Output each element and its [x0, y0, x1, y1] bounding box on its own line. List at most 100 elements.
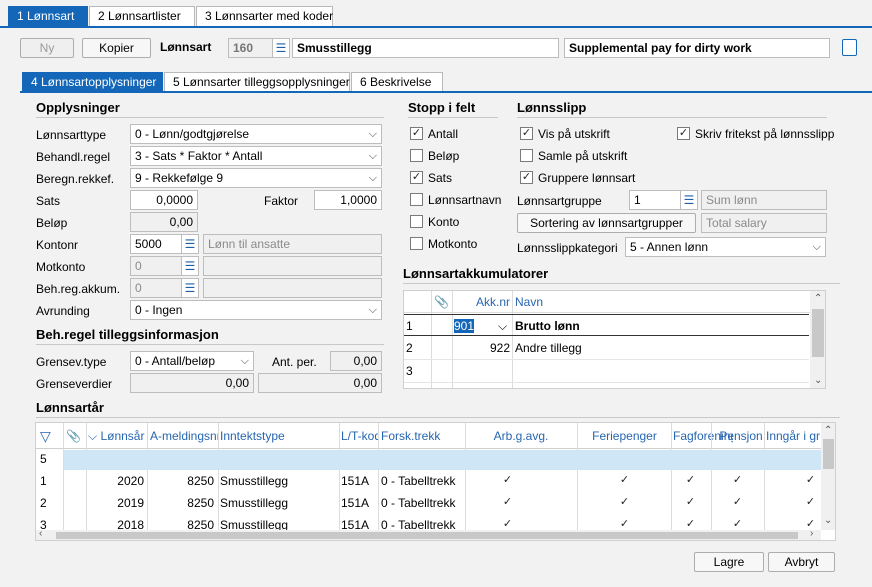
- col-inngar-i-grunnlag[interactable]: Inngår i gr: [766, 425, 821, 447]
- chevron-down-icon[interactable]: ⌄: [814, 375, 822, 386]
- list-lookup-icon[interactable]: ☰: [181, 234, 199, 254]
- new-button[interactable]: Ny: [20, 38, 74, 58]
- feriepenger-checkbox[interactable]: ✓: [618, 519, 631, 530]
- cell-lt-kode[interactable]: 151A: [341, 470, 377, 492]
- col-lt-kode[interactable]: L/T-kod: [341, 425, 379, 447]
- cell-forsk-trekk[interactable]: 0 - Tabelltrekk: [381, 514, 463, 530]
- fagforening-checkbox[interactable]: ✓: [684, 497, 697, 510]
- col-feriepenger[interactable]: Feriepenger: [579, 425, 670, 447]
- stopp-konto-checkbox[interactable]: [410, 215, 423, 228]
- tab-tilleggsopplysninger[interactable]: 5 Lønnsarter tilleggsopplysninger: [164, 72, 350, 92]
- sats-input[interactable]: 0,0000: [130, 190, 198, 210]
- new-row[interactable]: [64, 450, 821, 470]
- filter-icon[interactable]: ▽: [40, 425, 56, 447]
- note-icon[interactable]: [842, 39, 857, 56]
- inngar-i-grunnlag-checkbox[interactable]: ✓: [804, 497, 817, 510]
- pensjon-checkbox[interactable]: ✓: [731, 475, 744, 488]
- cell-lt-kode[interactable]: 151A: [341, 514, 377, 530]
- behreg-input[interactable]: 0: [130, 278, 182, 298]
- arb-g-avg-checkbox[interactable]: ✓: [501, 475, 514, 488]
- cell-a-meldingsnr[interactable]: 8250: [150, 470, 214, 492]
- pensjon-checkbox[interactable]: ✓: [731, 497, 744, 510]
- chevron-down-icon[interactable]: ⌵: [498, 315, 510, 337]
- grenseverdi-1-input[interactable]: 0,00: [130, 373, 254, 393]
- akknr-select-input[interactable]: 901: [454, 319, 474, 333]
- stopp-motkonto-checkbox[interactable]: [410, 237, 423, 250]
- grenseverdi-2-input[interactable]: 0,00: [258, 373, 382, 393]
- lonnsartgruppe-input[interactable]: 1: [629, 190, 681, 210]
- behandl-select[interactable]: 3 - Sats * Faktor * Antall ⌵: [130, 146, 382, 166]
- fagforening-checkbox[interactable]: ✓: [684, 475, 697, 488]
- inngar-i-grunnlag-checkbox[interactable]: ✓: [804, 475, 817, 488]
- scrollbar-thumb[interactable]: [812, 309, 824, 357]
- fagforening-checkbox[interactable]: ✓: [684, 519, 697, 530]
- tab-beskrivelse[interactable]: 6 Beskrivelse: [351, 72, 443, 92]
- copy-button[interactable]: Kopier: [82, 38, 151, 58]
- cell-inntektstype[interactable]: Smusstillegg: [220, 470, 336, 492]
- cell-forsk-trekk[interactable]: 0 - Tabelltrekk: [381, 470, 463, 492]
- cell-year[interactable]: 2020: [88, 470, 144, 492]
- cell-a-meldingsnr[interactable]: 8250: [150, 492, 214, 514]
- arb-g-avg-checkbox[interactable]: ✓: [501, 519, 514, 530]
- antper-input[interactable]: 0,00: [330, 351, 382, 371]
- skriv-fritekst-checkbox[interactable]: ✓: [677, 127, 690, 140]
- cancel-button[interactable]: Avbryt: [768, 552, 835, 572]
- col-navn[interactable]: Navn: [515, 291, 715, 313]
- list-lookup-icon[interactable]: ☰: [272, 38, 290, 58]
- chevron-down-icon[interactable]: ⌄: [824, 515, 832, 526]
- cell-inntektstype[interactable]: Smusstillegg: [220, 514, 336, 530]
- feriepenger-checkbox[interactable]: ✓: [618, 475, 631, 488]
- gruppere-lonnsart-checkbox[interactable]: ✓: [520, 171, 533, 184]
- cell-inntektstype[interactable]: Smusstillegg: [220, 492, 336, 514]
- akkum-grid[interactable]: 📎 Akk.nr Navn 1 901 ⌵ Brutto lønn 2 922 …: [403, 290, 826, 389]
- chevron-right-icon[interactable]: ›: [810, 528, 813, 539]
- scrollbar-thumb[interactable]: [823, 439, 834, 469]
- motkonto-input[interactable]: 0: [130, 256, 182, 276]
- col-pensjon[interactable]: Pensjon: [716, 425, 766, 447]
- cell-a-meldingsnr[interactable]: 8250: [150, 514, 214, 530]
- pensjon-checkbox[interactable]: ✓: [731, 519, 744, 530]
- save-button[interactable]: Lagre: [694, 552, 764, 572]
- tab-lonnsart[interactable]: 1 Lønnsart: [8, 6, 88, 26]
- list-lookup-icon[interactable]: ☰: [181, 256, 199, 276]
- col-akknr[interactable]: Akk.nr: [454, 291, 510, 313]
- lonnsartar-grid[interactable]: ▽ 📎 ⌵ Lønnsår A-meldingsnr Inntektstype …: [35, 422, 836, 541]
- stopp-sats-checkbox[interactable]: ✓: [410, 171, 423, 184]
- grensev-select[interactable]: 0 - Antall/beløp ⌵: [130, 351, 254, 371]
- col-a-meldingsnr[interactable]: A-meldingsnr: [150, 425, 218, 447]
- faktor-input[interactable]: 1,0000: [314, 190, 382, 210]
- lonnsarttype-select[interactable]: 0 - Lønn/godtgjørelse ⌵: [130, 124, 382, 144]
- wagetype-name-input[interactable]: Smusstillegg: [292, 38, 559, 58]
- stopp-antall-checkbox[interactable]: ✓: [410, 127, 423, 140]
- tab-lonnsarter-med-koder[interactable]: 3 Lønnsarter med koder: [196, 6, 333, 26]
- chevron-up-icon[interactable]: ⌃: [814, 293, 822, 304]
- cell-year[interactable]: 2018: [88, 514, 144, 530]
- vis-pa-utskrift-checkbox[interactable]: ✓: [520, 127, 533, 140]
- col-forsk-trekk[interactable]: Forsk.trekk: [381, 425, 461, 447]
- wagetype-name-en-input[interactable]: Supplemental pay for dirty work: [564, 38, 830, 58]
- col-inntektstype[interactable]: Inntektstype: [220, 425, 338, 447]
- tab-lonnsartlister[interactable]: 2 Lønnsartlister: [89, 6, 195, 26]
- list-lookup-icon[interactable]: ☰: [680, 190, 698, 210]
- tab-lonnsartopplysninger[interactable]: 4 Lønnsartopplysninger: [22, 72, 163, 92]
- cell-forsk-trekk[interactable]: 0 - Tabelltrekk: [381, 492, 463, 514]
- lonnsslippkategori-select[interactable]: 5 - Annen lønn ⌵: [625, 237, 826, 257]
- kontonr-input[interactable]: 5000: [130, 234, 182, 254]
- beregn-select[interactable]: 9 - Rekkefølge 9 ⌵: [130, 168, 382, 188]
- samle-pa-utskrift-checkbox[interactable]: [520, 149, 533, 162]
- feriepenger-checkbox[interactable]: ✓: [618, 497, 631, 510]
- chevron-up-icon[interactable]: ⌃: [824, 425, 832, 436]
- scrollbar-thumb[interactable]: [56, 532, 798, 539]
- avrunding-select[interactable]: 0 - Ingen ⌵: [130, 300, 382, 320]
- cell-year[interactable]: 2019: [88, 492, 144, 514]
- col-arb-g-avg[interactable]: Arb.g.avg.: [466, 425, 576, 447]
- akk-number[interactable]: 922: [454, 337, 510, 359]
- arb-g-avg-checkbox[interactable]: ✓: [501, 497, 514, 510]
- list-lookup-icon[interactable]: ☰: [181, 278, 199, 298]
- chevron-left-icon[interactable]: ‹: [39, 528, 42, 539]
- stopp-belop-checkbox[interactable]: [410, 149, 423, 162]
- stopp-lonnsartnavn-checkbox[interactable]: [410, 193, 423, 206]
- col-lonnsar[interactable]: ⌵ Lønnsår: [88, 425, 146, 447]
- sortering-button[interactable]: Sortering av lønnsartgrupper: [517, 213, 696, 233]
- cell-lt-kode[interactable]: 151A: [341, 492, 377, 514]
